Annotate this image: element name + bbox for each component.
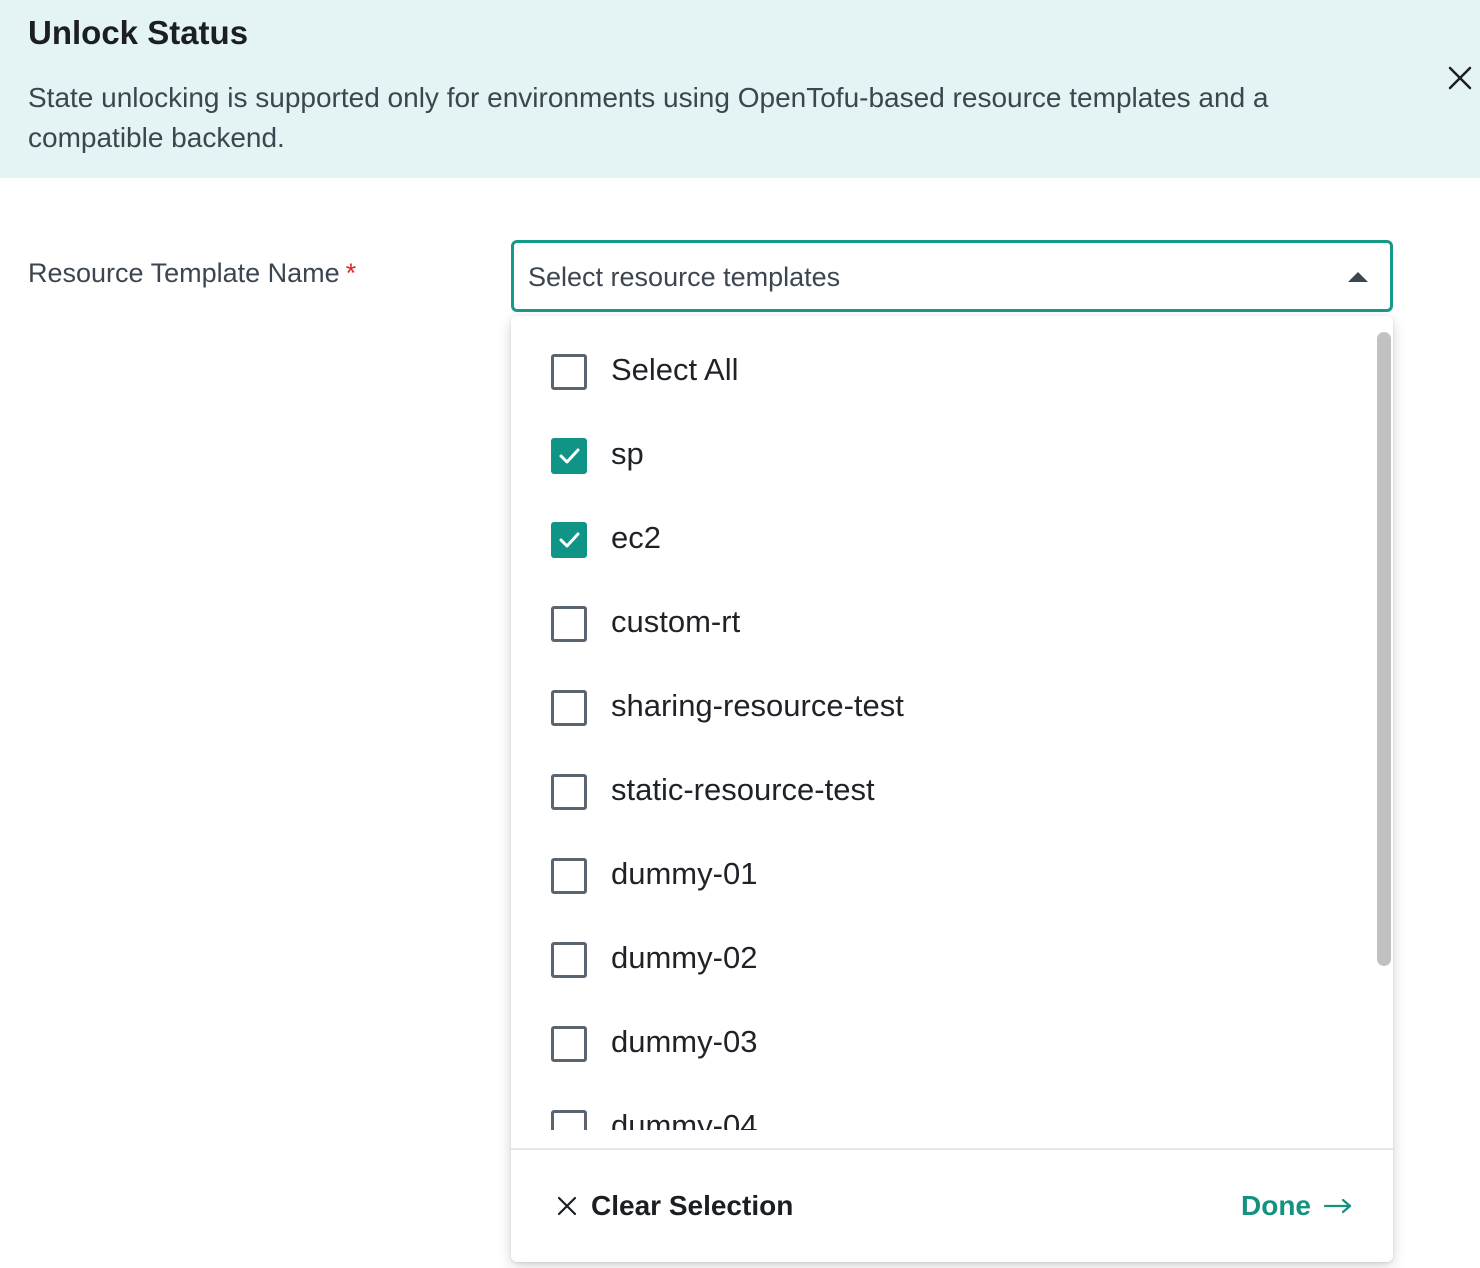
required-marker: * [345,258,357,288]
done-button[interactable]: Done [1241,1184,1353,1228]
done-label: Done [1241,1190,1311,1221]
option-label: ec2 [611,520,661,555]
caret-up-icon [1348,272,1368,282]
check-icon [559,532,580,548]
checkbox[interactable] [551,1110,587,1130]
option-dummy-03[interactable]: dummy-03 [511,1002,1371,1086]
x-icon [557,1196,577,1216]
option-dummy-01[interactable]: dummy-01 [511,834,1371,918]
field-label-text: Resource Template Name [28,258,340,288]
checkbox[interactable] [551,522,587,558]
clear-selection-label: Clear Selection [591,1190,794,1221]
info-banner: Unlock Status State unlocking is support… [0,0,1480,178]
resource-template-select[interactable]: Select resource templates [511,240,1393,312]
checkbox[interactable] [551,354,587,390]
scrollbar-thumb[interactable] [1377,332,1391,966]
option-label: sharing-resource-test [611,688,904,723]
checkbox[interactable] [551,858,587,894]
checkbox[interactable] [551,1026,587,1062]
options-list: Select All sp ec2 custom-rt sharing-resource… [511,316,1393,1130]
field-label: Resource Template Name * [28,258,356,289]
arrow-right-icon [1323,1198,1352,1214]
option-label: dummy-01 [611,856,758,891]
clear-selection-button[interactable]: Clear Selection [555,1184,793,1228]
option-label: static-resource-test [611,772,875,807]
option-label: sp [611,436,644,471]
checkbox[interactable] [551,942,587,978]
checkbox[interactable] [551,774,587,810]
checkbox[interactable] [551,438,587,474]
option-label: dummy-02 [611,940,758,975]
option-sp[interactable]: sp [511,414,1371,498]
divider [511,1148,1393,1150]
option-custom-rt[interactable]: custom-rt [511,582,1371,666]
check-icon [559,448,580,464]
dropdown-panel: Select All sp ec2 custom-rt sharing-resource… [511,316,1393,1262]
option-label: Select All [611,352,739,387]
option-select-all[interactable]: Select All [511,330,1371,414]
select-placeholder: Select resource templates [528,262,841,292]
close-button[interactable] [1444,62,1476,94]
banner-message: State unlocking is supported only for en… [28,82,1269,153]
option-dummy-02[interactable]: dummy-02 [511,918,1371,1002]
option-static-resource-test[interactable]: static-resource-test [511,750,1371,834]
banner-title: Unlock Status [28,14,249,51]
option-label: dummy-04 [611,1108,758,1130]
option-label: dummy-03 [611,1024,758,1059]
option-sharing-resource-test[interactable]: sharing-resource-test [511,666,1371,750]
checkbox[interactable] [551,606,587,642]
checkbox[interactable] [551,690,587,726]
option-label: custom-rt [611,604,741,639]
close-icon [1448,66,1472,90]
option-ec2[interactable]: ec2 [511,498,1371,582]
option-dummy-04[interactable]: dummy-04 [511,1086,1371,1130]
